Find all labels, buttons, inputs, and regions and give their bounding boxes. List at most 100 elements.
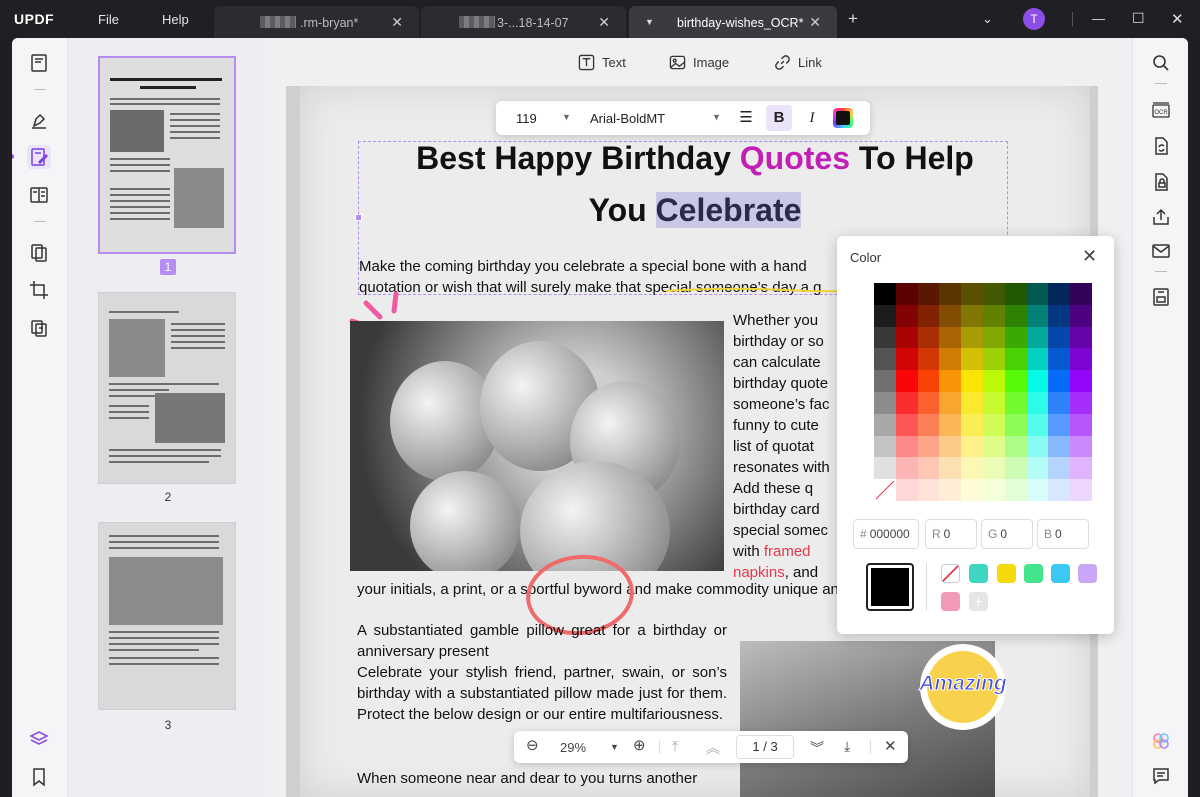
balloons-photo[interactable] bbox=[350, 321, 724, 571]
palette-cell[interactable] bbox=[1026, 413, 1049, 436]
page-thumbnail-2[interactable] bbox=[98, 292, 236, 484]
palette-cell[interactable] bbox=[895, 413, 918, 436]
palette-cell[interactable] bbox=[917, 370, 940, 392]
palette-cell[interactable] bbox=[874, 348, 896, 371]
first-page-icon[interactable]: ⤒ bbox=[672, 738, 678, 755]
palette-cell[interactable] bbox=[1004, 435, 1027, 458]
palette-cell[interactable] bbox=[1004, 479, 1027, 501]
next-page-icon[interactable]: ︾ bbox=[810, 738, 824, 758]
palette-cell[interactable] bbox=[874, 435, 896, 458]
chevron-down-icon[interactable]: ⌄ bbox=[982, 11, 993, 27]
bookmark-icon[interactable] bbox=[27, 765, 51, 789]
swatch-yellow[interactable] bbox=[997, 564, 1016, 583]
palette-cell[interactable] bbox=[895, 370, 918, 392]
palette-cell[interactable] bbox=[1070, 413, 1092, 436]
close-icon[interactable]: ✕ bbox=[1082, 246, 1097, 267]
palette-cell[interactable] bbox=[982, 348, 1005, 371]
font-family-select[interactable]: Arial-BoldMT bbox=[590, 111, 665, 126]
updf-logo[interactable]: UPDF bbox=[14, 11, 54, 27]
green-input[interactable]: G0 bbox=[981, 519, 1033, 549]
palette-cell[interactable] bbox=[939, 326, 962, 349]
para-intro-line-1[interactable]: Make the coming birthday you celebrate a… bbox=[359, 256, 919, 277]
font-size-select[interactable]: 119 bbox=[516, 111, 537, 126]
palette-cell[interactable] bbox=[1048, 457, 1071, 480]
palette-cell[interactable] bbox=[982, 304, 1005, 327]
palette-cell[interactable] bbox=[1048, 391, 1071, 414]
palette-cell[interactable] bbox=[961, 304, 983, 327]
menu-file[interactable]: File bbox=[98, 12, 119, 27]
palette-cell[interactable] bbox=[961, 435, 983, 458]
palette-cell[interactable] bbox=[982, 413, 1005, 436]
palette-cell[interactable] bbox=[1048, 326, 1071, 349]
swatch-blue[interactable] bbox=[1051, 564, 1070, 583]
last-page-icon[interactable]: ⤓ bbox=[844, 738, 850, 755]
palette-cell[interactable] bbox=[1004, 304, 1027, 327]
tab-birthday-wishes[interactable]: ▼ birthday-wishes_OCR* ✕ bbox=[629, 6, 837, 38]
layers-icon[interactable] bbox=[27, 727, 51, 751]
palette-cell[interactable] bbox=[1026, 457, 1049, 480]
palette-cell[interactable] bbox=[961, 479, 983, 501]
palette-cell[interactable] bbox=[1070, 283, 1092, 305]
ocr-icon[interactable]: OCR bbox=[1149, 98, 1173, 122]
palette-cell[interactable] bbox=[1048, 304, 1071, 327]
palette-cell[interactable] bbox=[895, 304, 918, 327]
palette-cell[interactable] bbox=[1004, 370, 1027, 392]
chevron-down-icon[interactable]: ▼ bbox=[562, 112, 571, 122]
palette-cell[interactable] bbox=[895, 326, 918, 349]
palette-cell[interactable] bbox=[874, 370, 896, 392]
protect-icon[interactable] bbox=[1149, 170, 1173, 194]
palette-cell[interactable] bbox=[895, 283, 918, 305]
palette-cell[interactable] bbox=[1070, 326, 1092, 349]
palette-cell[interactable] bbox=[961, 413, 983, 436]
prev-page-icon[interactable]: ︽ bbox=[706, 738, 720, 758]
swatch-pink[interactable] bbox=[941, 592, 960, 611]
maximize-icon[interactable]: ☐ bbox=[1132, 10, 1145, 27]
bold-button[interactable]: B bbox=[766, 105, 792, 131]
palette-cell[interactable] bbox=[961, 370, 983, 392]
add-swatch-plus-icon[interactable]: + bbox=[969, 592, 988, 611]
palette-cell[interactable] bbox=[917, 326, 940, 349]
palette-cell[interactable] bbox=[1026, 283, 1049, 305]
palette-cell[interactable] bbox=[939, 413, 962, 436]
palette-cell[interactable] bbox=[1004, 283, 1027, 305]
close-icon[interactable]: ✕ bbox=[809, 14, 821, 31]
palette-cell[interactable] bbox=[874, 283, 896, 305]
form-icon[interactable] bbox=[27, 183, 51, 207]
palette-cell[interactable] bbox=[939, 457, 962, 480]
doc-title-line-2[interactable]: You Celebrate bbox=[300, 192, 1090, 229]
palette-cell[interactable] bbox=[939, 435, 962, 458]
palette-cell[interactable] bbox=[982, 326, 1005, 349]
save-icon[interactable] bbox=[1149, 285, 1173, 309]
palette-cell[interactable] bbox=[874, 413, 896, 436]
chevron-down-icon[interactable]: ▼ bbox=[645, 17, 654, 27]
edit-pdf-icon[interactable] bbox=[27, 145, 51, 169]
palette-cell[interactable] bbox=[1026, 304, 1049, 327]
blue-input[interactable]: B0 bbox=[1037, 519, 1089, 549]
comments-panel-icon[interactable] bbox=[1149, 764, 1173, 788]
palette-cell[interactable] bbox=[939, 479, 962, 501]
palette-cell[interactable] bbox=[874, 304, 896, 327]
palette-cell[interactable] bbox=[1004, 413, 1027, 436]
zoom-out-icon[interactable]: ⊖ bbox=[526, 736, 539, 754]
ai-assistant-icon[interactable] bbox=[1149, 729, 1173, 753]
swatch-lavender[interactable] bbox=[1078, 564, 1097, 583]
palette-cell[interactable] bbox=[1026, 348, 1049, 371]
palette-cell[interactable] bbox=[917, 479, 940, 501]
palette-cell[interactable] bbox=[1070, 435, 1092, 458]
palette-cell[interactable] bbox=[1004, 391, 1027, 414]
palette-cell[interactable] bbox=[939, 348, 962, 371]
swatch-green[interactable] bbox=[1024, 564, 1043, 583]
organize-pages-icon[interactable] bbox=[27, 241, 51, 265]
palette-cell[interactable] bbox=[961, 391, 983, 414]
palette-cell[interactable] bbox=[917, 304, 940, 327]
palette-cell[interactable] bbox=[1048, 413, 1071, 436]
avatar[interactable]: T bbox=[1023, 8, 1045, 30]
palette-cell[interactable] bbox=[1026, 479, 1049, 501]
no-color-cell[interactable] bbox=[874, 479, 896, 501]
hex-input[interactable]: #000000 bbox=[853, 519, 919, 549]
italic-button[interactable]: I bbox=[799, 105, 825, 131]
palette-cell[interactable] bbox=[874, 391, 896, 414]
page-thumbnail-1[interactable] bbox=[98, 56, 236, 254]
convert-icon[interactable] bbox=[1149, 134, 1173, 158]
new-tab-plus-icon[interactable]: + bbox=[848, 10, 858, 27]
